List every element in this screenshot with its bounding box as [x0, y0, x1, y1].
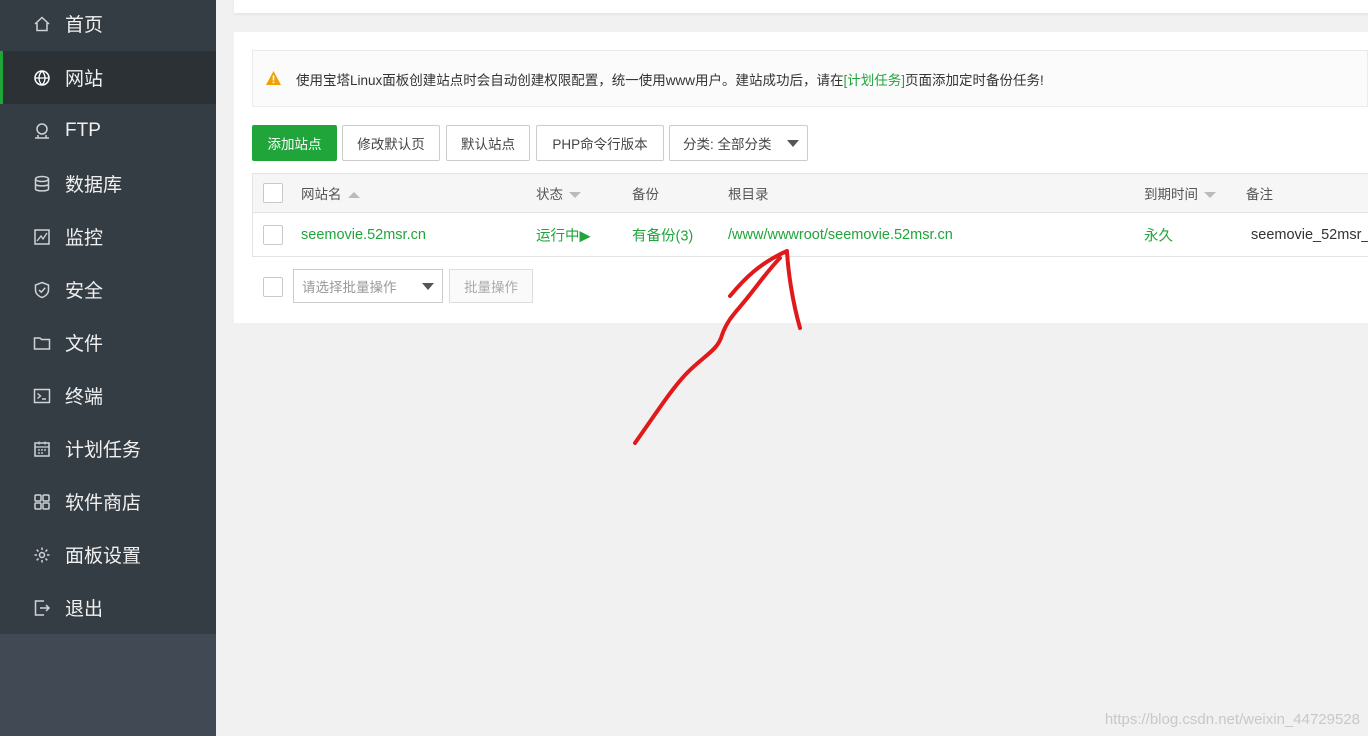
category-select-label: 分类: 全部分类 [683, 137, 772, 152]
batch-select-placeholder: 请选择批量操作 [302, 280, 397, 295]
sidebar: 首页 网站 FTP 数据库 监控 安全 文件 终端 计划任务 软件商店 面板设置… [0, 0, 216, 736]
header-status[interactable]: 状态 [536, 183, 581, 203]
default-site-button[interactable]: 默认站点 [446, 125, 530, 161]
sidebar-item-terminal[interactable]: 终端 [0, 369, 216, 422]
sidebar-item-label: 安全 [65, 281, 104, 302]
sidebar-item-cron[interactable]: 计划任务 [0, 422, 216, 475]
remark-text[interactable]: seemovie_52msr_ [1251, 227, 1368, 243]
select-all-checkbox[interactable] [263, 183, 283, 203]
sidebar-item-home[interactable]: 首页 [0, 0, 216, 50]
site-name-link[interactable]: seemovie.52msr.cn [301, 227, 426, 243]
batch-operation-button[interactable]: 批量操作 [449, 269, 533, 303]
table-header: 网站名 状态 备份 根目录 到期时间 备注 [253, 174, 1368, 213]
cron-link[interactable]: [计划任务] [844, 73, 906, 88]
sidebar-menu: 首页 网站 FTP 数据库 监控 安全 文件 终端 计划任务 软件商店 面板设置… [0, 0, 216, 634]
sidebar-item-label: 网站 [65, 69, 104, 90]
site-status[interactable]: 运行中▶ [536, 224, 591, 245]
sidebar-item-label: 首页 [65, 15, 104, 36]
database-icon [33, 175, 51, 193]
backup-link[interactable]: 有备份(3) [632, 224, 693, 245]
sort-asc-icon [347, 192, 360, 199]
sidebar-item-label: 文件 [65, 334, 104, 355]
sidebar-item-label: FTP [65, 119, 101, 141]
gear-icon [33, 546, 51, 564]
calendar-icon [33, 440, 51, 458]
shield-icon [33, 281, 51, 299]
site-table: 网站名 状态 备份 根目录 到期时间 备注 seemovie.52msr.cn … [252, 173, 1368, 257]
category-select[interactable]: 分类: 全部分类 [669, 125, 808, 161]
root-dir-link[interactable]: /www/wwwroot/seemovie.52msr.cn [728, 227, 953, 243]
sidebar-item-ftp[interactable]: FTP [0, 104, 216, 157]
header-remark: 备注 [1246, 187, 1273, 202]
monitor-icon [33, 228, 51, 246]
warning-icon [266, 71, 281, 85]
sidebar-item-website[interactable]: 网站 [0, 51, 216, 104]
globe-icon [33, 69, 51, 87]
sidebar-item-settings[interactable]: 面板设置 [0, 528, 216, 581]
sidebar-item-label: 退出 [65, 599, 104, 620]
home-icon [33, 15, 51, 33]
batch-operation-select[interactable]: 请选择批量操作 [293, 269, 443, 303]
logout-icon [33, 599, 51, 617]
notice-text: 使用宝塔Linux面板创建站点时会自动创建权限配置，统一使用www用户。建站成功… [296, 72, 1044, 88]
ftp-icon [33, 122, 51, 140]
sidebar-item-app-store[interactable]: 软件商店 [0, 475, 216, 528]
header-name[interactable]: 网站名 [301, 183, 360, 203]
sidebar-item-monitor[interactable]: 监控 [0, 210, 216, 263]
notice-bar: 使用宝塔Linux面板创建站点时会自动创建权限配置，统一使用www用户。建站成功… [252, 50, 1368, 107]
site-panel: 使用宝塔Linux面板创建站点时会自动创建权限配置，统一使用www用户。建站成功… [234, 32, 1368, 323]
watermark: https://blog.csdn.net/weixin_44729528 [1104, 711, 1360, 728]
sort-desc-icon [569, 192, 581, 199]
edit-default-page-button[interactable]: 修改默认页 [342, 125, 440, 161]
table-row: seemovie.52msr.cn 运行中▶ 有备份(3) /www/wwwro… [253, 213, 1368, 256]
sidebar-item-label: 监控 [65, 228, 104, 249]
php-cli-version-button[interactable]: PHP命令行版本 [536, 125, 664, 161]
top-panel [234, 0, 1368, 14]
add-site-button[interactable]: 添加站点 [252, 125, 337, 161]
sidebar-item-logout[interactable]: 退出 [0, 581, 216, 634]
sidebar-item-label: 面板设置 [65, 546, 142, 567]
chevron-down-icon [422, 283, 434, 290]
sidebar-item-label: 数据库 [65, 175, 123, 196]
apps-icon [33, 493, 51, 511]
chevron-down-icon [787, 140, 799, 147]
terminal-icon [33, 387, 51, 405]
sidebar-item-security[interactable]: 安全 [0, 263, 216, 316]
sidebar-item-label: 终端 [65, 387, 104, 408]
sidebar-item-files[interactable]: 文件 [0, 316, 216, 369]
header-root: 根目录 [728, 187, 769, 202]
header-expire[interactable]: 到期时间 [1144, 183, 1216, 203]
folder-icon [33, 334, 51, 352]
expire-date[interactable]: 永久 [1144, 224, 1173, 245]
batch-select-checkbox[interactable] [263, 277, 283, 297]
sidebar-item-database[interactable]: 数据库 [0, 157, 216, 210]
header-backup: 备份 [632, 187, 659, 202]
sort-desc-icon [1204, 192, 1216, 199]
row-checkbox[interactable] [263, 224, 283, 245]
sidebar-item-label: 软件商店 [65, 493, 142, 514]
sidebar-item-label: 计划任务 [65, 440, 142, 461]
